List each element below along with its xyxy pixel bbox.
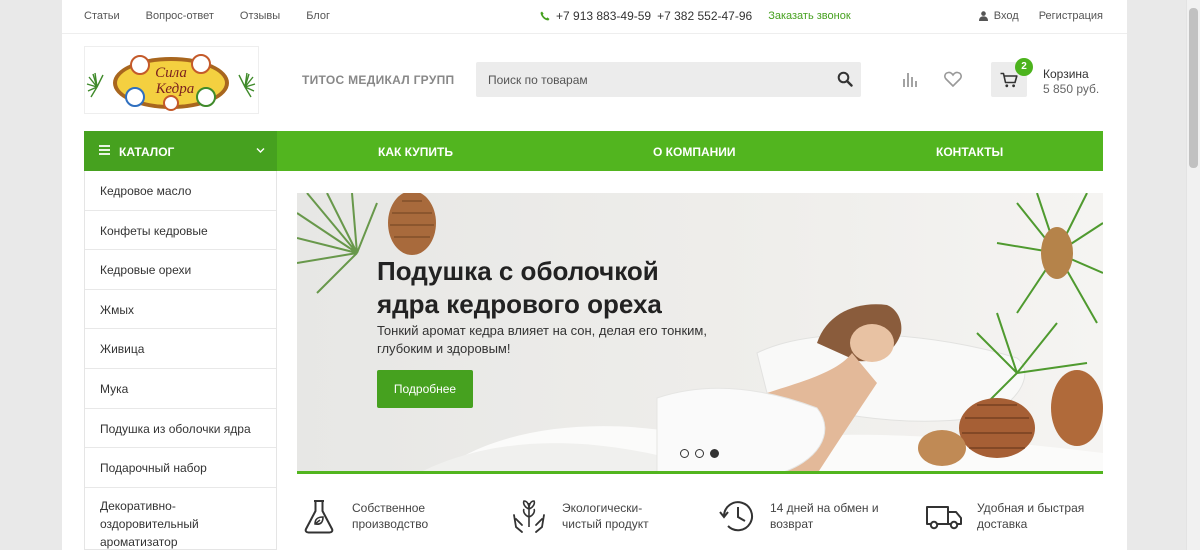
sidebar-item-aroma-line1: Декоративно- xyxy=(100,498,176,513)
cart-button[interactable]: 2 xyxy=(991,58,1033,97)
feature-production-line2: производство xyxy=(352,517,429,531)
cart-sum: 5 850 руб. xyxy=(1043,82,1100,96)
feature-eco-text: Экологически- чистый продукт xyxy=(562,500,649,532)
banner-more-button[interactable]: Подробнее xyxy=(377,370,473,408)
chevron-down-icon xyxy=(256,148,265,153)
slider-dot-2[interactable] xyxy=(695,449,704,458)
sidebar-item-gift-set[interactable]: Подарочный набор xyxy=(85,448,276,488)
logo-text-2: Кедра xyxy=(155,81,194,97)
user-links: Вход Регистрация xyxy=(978,10,1103,22)
feature-production-line1: Собственное xyxy=(352,501,426,515)
feature-eco-line1: Экологически- xyxy=(562,501,643,515)
nav-about[interactable]: О КОМПАНИИ xyxy=(653,145,736,159)
feature-return-text: 14 дней на обмен и возврат xyxy=(770,500,879,532)
feature-return-line2: возврат xyxy=(770,517,814,531)
nav-how-to-buy[interactable]: КАК КУПИТЬ xyxy=(378,145,453,159)
feature-return-line1: 14 дней на обмен и xyxy=(770,501,879,515)
logo-image: Сила Кедра xyxy=(86,54,256,111)
search-icon[interactable] xyxy=(837,71,853,87)
heart-icon[interactable] xyxy=(944,71,962,87)
banner-text: Тонкий аромат кедра влияет на сон, делая… xyxy=(377,323,707,356)
cart-label[interactable]: Корзина xyxy=(1043,67,1089,81)
top-link-reviews[interactable]: Отзывы xyxy=(240,10,280,22)
slider-dots xyxy=(680,449,719,458)
phones: +7 913 883-49-59 +7 382 552-47-96 Заказа… xyxy=(540,9,851,23)
sidebar-item-cedar-nuts[interactable]: Кедровые орехи xyxy=(85,250,276,290)
catalog-label: КАТАЛОГ xyxy=(119,145,175,159)
hero-banner[interactable]: Подушка с оболочкой ядра кедрового ореха… xyxy=(297,193,1103,474)
login-link[interactable]: Вход xyxy=(994,10,1019,22)
flask-icon xyxy=(304,500,334,534)
feature-eco-line2: чистый продукт xyxy=(562,517,649,531)
sidebar-item-pillow[interactable]: Подушка из оболочки ядра xyxy=(85,409,276,449)
feature-eco: Экологически- чистый продукт xyxy=(510,497,649,535)
company-name: ТИТОС МЕДИКАЛ ГРУПП xyxy=(302,73,455,87)
feature-return: 14 дней на обмен и возврат xyxy=(718,497,879,535)
scrollbar[interactable] xyxy=(1186,0,1200,550)
phone-2[interactable]: +7 382 552-47-96 xyxy=(657,9,752,23)
sidebar-item-cedar-oil[interactable]: Кедровое масло xyxy=(85,171,276,211)
search-placeholder: Поиск по товарам xyxy=(488,73,588,87)
catalog-button[interactable]: КАТАЛОГ xyxy=(84,131,277,171)
feature-delivery: Удобная и быстрая доставка xyxy=(925,497,1084,535)
phone-1[interactable]: +7 913 883-49-59 xyxy=(556,9,651,23)
top-bar: Статьи Вопрос-ответ Отзывы Блог +7 913 8… xyxy=(62,0,1127,34)
cart-count-badge: 2 xyxy=(1015,58,1033,76)
cart-icon xyxy=(1000,72,1018,88)
truck-icon xyxy=(926,506,962,530)
slider-dot-3[interactable] xyxy=(710,449,719,458)
feature-delivery-line2: доставка xyxy=(977,517,1028,531)
search-field[interactable]: Поиск по товарам xyxy=(476,62,861,97)
feature-delivery-line1: Удобная и быстрая xyxy=(977,501,1085,515)
callback-link[interactable]: Заказать звонок xyxy=(768,10,850,22)
sidebar-item-oilcake[interactable]: Жмых xyxy=(85,290,276,330)
top-nav: Статьи Вопрос-ответ Отзывы Блог xyxy=(84,10,330,22)
logo[interactable]: Сила Кедра xyxy=(84,46,259,114)
menu-icon xyxy=(99,145,110,155)
sidebar-item-resin[interactable]: Живица xyxy=(85,329,276,369)
phone-icon xyxy=(540,11,550,21)
nav-contacts[interactable]: КОНТАКТЫ xyxy=(936,145,1003,159)
feature-production-text: Собственное производство xyxy=(352,500,428,532)
sidebar-item-aroma-line3: ароматизатор xyxy=(100,534,178,549)
scrollbar-thumb[interactable] xyxy=(1189,8,1198,168)
sidebar-item-aroma-line2: оздоровительный xyxy=(100,516,199,531)
page: Статьи Вопрос-ответ Отзывы Блог +7 913 8… xyxy=(62,0,1127,550)
feature-production: Собственное производство xyxy=(300,497,428,535)
register-link[interactable]: Регистрация xyxy=(1039,10,1103,22)
top-link-blog[interactable]: Блог xyxy=(306,10,330,22)
catalog-sidebar: Кедровое масло Конфеты кедровые Кедровые… xyxy=(84,171,277,550)
top-link-faq[interactable]: Вопрос-ответ xyxy=(146,10,214,22)
clock-return-icon xyxy=(719,501,753,532)
slider-dot-1[interactable] xyxy=(680,449,689,458)
sidebar-item-cedar-candy[interactable]: Конфеты кедровые xyxy=(85,211,276,251)
hands-leaf-icon xyxy=(513,500,545,533)
logo-text-1: Сила xyxy=(155,65,187,81)
sidebar-item-flour[interactable]: Мука xyxy=(85,369,276,409)
compare-icon[interactable] xyxy=(902,71,918,87)
sidebar-item-aroma[interactable]: Декоративно- оздоровительный ароматизато… xyxy=(85,488,276,550)
main-nav: КАТАЛОГ КАК КУПИТЬ О КОМПАНИИ КОНТАКТЫ xyxy=(84,131,1103,171)
user-icon xyxy=(978,11,988,21)
banner-title: Подушка с оболочкой ядра кедрового ореха xyxy=(377,256,662,319)
feature-delivery-text: Удобная и быстрая доставка xyxy=(977,500,1084,532)
top-link-articles[interactable]: Статьи xyxy=(84,10,120,22)
